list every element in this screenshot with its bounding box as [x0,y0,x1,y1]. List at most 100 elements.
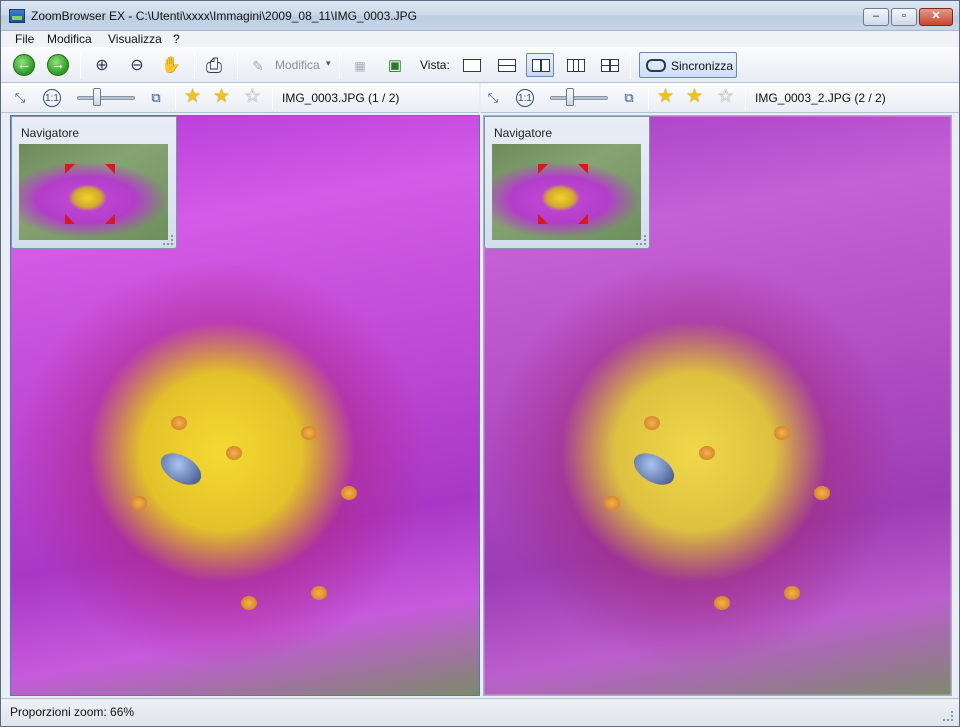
print-button[interactable]: ⎙ [203,56,225,76]
vista-label: Vista: [420,58,450,72]
navigator-thumbnail[interactable] [19,144,168,240]
one-to-one-icon: 1:1 [518,93,532,104]
star-icon-empty[interactable]: ☆ [244,87,261,107]
stamen [341,486,357,500]
left-pane-toolbar: ⤡ 1:1 ⧉ ★ ★ ☆ IMG_0003.JPG (1 / 2) [1,83,479,113]
zoom-slider-track[interactable] [77,96,135,100]
grid-disabled-icon: ▦ [354,59,366,73]
fullscreen-button[interactable]: ⧉ [147,89,165,107]
sync-button[interactable]: Sincronizza [639,52,737,78]
stamen [131,496,147,510]
window-resize-grip[interactable] [943,711,953,721]
view-corner-marker [538,164,548,174]
zoom-slider-thumb[interactable] [566,88,574,106]
back-button[interactable]: ← [13,54,35,76]
close-button[interactable]: ✕ [919,8,953,26]
three-panes-icon [567,59,585,72]
view-four-panes-button[interactable] [595,53,623,77]
fit-to-window-button[interactable]: ⤡ [11,89,29,107]
star-icon-filled[interactable]: ★ [213,87,230,107]
fullscreen-button[interactable]: ⧉ [620,89,638,107]
menu-modifica[interactable]: Modifica [47,32,92,46]
stamen [784,586,800,600]
right-image-pane[interactable]: Navigatore [483,115,952,696]
stamen [241,596,257,610]
actual-size-button[interactable]: 1:1 [516,89,534,107]
zoom-status: Proporzioni zoom: 66% [10,705,135,719]
main-toolbar: ← → ⊕ ⊖ ✋ ⎙ ✎ Modifica ▾ ▦ ▣ Vista: Sinc… [1,47,959,83]
slideshow-button[interactable]: ▣ [384,56,406,76]
navigator-title: Navigatore [494,126,553,140]
view-horizontal-split-button[interactable] [492,53,520,77]
stamen [699,446,715,460]
star-icon-empty[interactable]: ☆ [717,87,734,107]
app-window: ZoomBrowser EX - C:\Utenti\xxxx\Immagini… [0,0,960,727]
zoom-in-icon: ⊕ [95,57,109,74]
stamen [171,416,187,430]
right-image-filename: IMG_0003_2.JPG (2 / 2) [755,91,886,105]
title-bar[interactable]: ZoomBrowser EX - C:\Utenti\xxxx\Immagini… [1,1,959,31]
app-icon [9,9,25,23]
navigator-title: Navigatore [21,126,80,140]
modifica-button[interactable]: ✎ [247,56,269,76]
status-bar: Proporzioni zoom: 66% [1,698,959,726]
star-icon-filled[interactable]: ★ [686,87,703,107]
view-corner-marker [578,164,588,174]
stamen [604,496,620,510]
zoom-out-icon: ⊖ [130,57,144,74]
menu-help[interactable]: ? [173,32,180,46]
arrow-right-icon: → [50,56,66,73]
stamen [774,426,790,440]
right-pane-toolbar: ⤡ 1:1 ⧉ ★ ★ ☆ IMG_0003_2.JPG (2 / 2) [481,83,959,113]
star-icon-filled[interactable]: ★ [657,87,674,107]
view-single-button[interactable] [457,53,485,77]
view-corner-marker [65,164,75,174]
toolbar-separator [648,86,649,110]
printer-icon: ⎙ [206,55,222,77]
stamen [644,416,660,430]
menu-visualizza[interactable]: Visualizza [108,32,162,46]
pan-button[interactable]: ✋ [160,56,182,76]
navigator-panel[interactable]: Navigatore [11,116,177,249]
zoom-slider-thumb[interactable] [93,88,101,106]
view-vertical-split-button[interactable] [526,53,554,77]
zoom-in-button[interactable]: ⊕ [91,56,113,76]
left-image-pane[interactable]: Navigatore [10,115,480,696]
arrow-left-icon: ← [16,56,32,73]
navigator-thumbnail[interactable] [492,144,641,240]
resize-grip[interactable] [636,235,646,245]
menu-file[interactable]: File [15,32,34,46]
window-title: ZoomBrowser EX - C:\Utenti\xxxx\Immagini… [31,9,417,23]
toolbar-separator [339,53,340,79]
modifica-label: Modifica [275,58,320,72]
menu-bar: File Modifica Visualizza ? [1,31,959,47]
toolbar-separator [175,86,176,110]
single-view-icon [463,59,481,72]
toolbar-separator [630,53,631,79]
compare-button[interactable]: ▦ [349,56,371,76]
toolbar-separator [80,53,81,79]
star-icon-filled[interactable]: ★ [184,87,201,107]
zoom-out-button[interactable]: ⊖ [126,56,148,76]
view-corner-marker [578,214,588,224]
fit-to-window-button[interactable]: ⤡ [484,89,502,107]
view-corner-marker [65,214,75,224]
fullscreen-icon: ⧉ [151,90,161,105]
stamen [301,426,317,440]
stamen [311,586,327,600]
resize-grip[interactable] [163,235,173,245]
hand-icon: ✋ [161,57,181,74]
actual-size-button[interactable]: 1:1 [43,89,61,107]
chevron-down-icon[interactable]: ▾ [326,58,331,69]
navigator-panel[interactable]: Navigatore [484,116,650,249]
maximize-button[interactable]: ▫ [891,8,917,26]
zoom-slider-track[interactable] [550,96,608,100]
one-to-one-icon: 1:1 [45,93,59,104]
minimize-button[interactable]: – [863,8,889,26]
view-corner-marker [105,214,115,224]
image-icon: ▣ [387,57,403,74]
sync-label: Sincronizza [671,59,734,73]
stamen [814,486,830,500]
view-three-panes-button[interactable] [561,53,589,77]
forward-button[interactable]: → [47,54,69,76]
